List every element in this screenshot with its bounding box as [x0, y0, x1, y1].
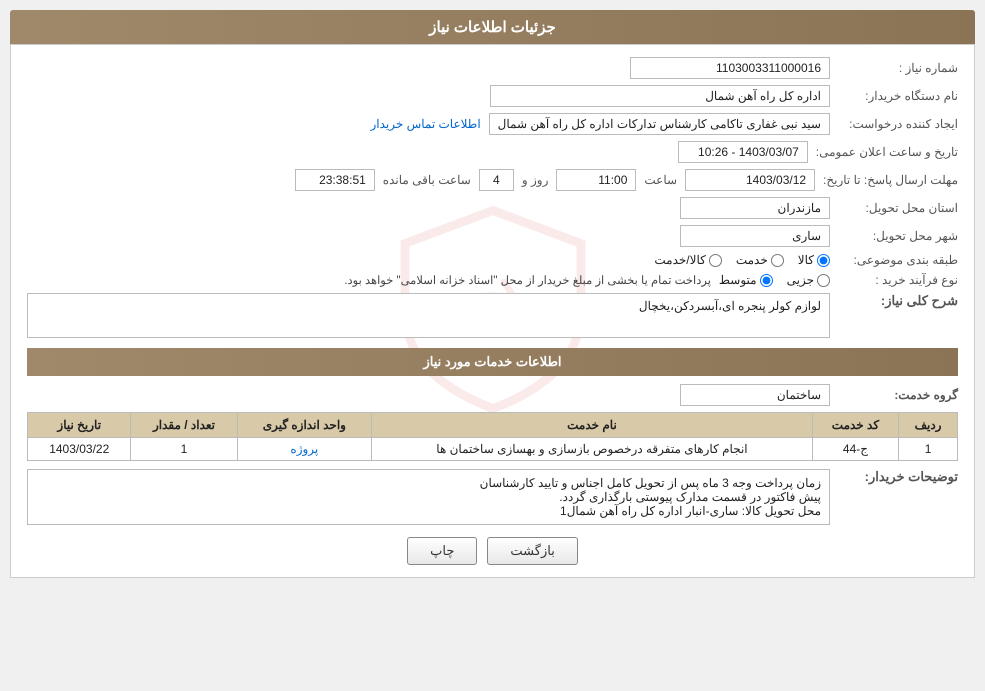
- mohlat-date: 1403/03/12: [685, 169, 815, 191]
- tabaqe-kala-khedmat-label: کالا/خدمت: [654, 253, 705, 267]
- col-name: نام خدمت: [372, 413, 813, 438]
- namedastgah-value: اداره کل راه آهن شمال: [490, 85, 830, 107]
- row-toshihat: توضیحات خریدار: زمان پرداخت وجه 3 ماه پس…: [27, 469, 958, 525]
- row-tabaqe: طبقه بندی موضوعی: کالا خدمت کالا/خدمت: [27, 253, 958, 267]
- farayand-radio-motovaset[interactable]: متوسط: [719, 273, 773, 287]
- col-kod: کد خدمت: [812, 413, 898, 438]
- section2-header: اطلاعات خدمات مورد نیاز: [27, 348, 958, 376]
- farayand-radio-group: جزیی متوسط: [719, 273, 830, 287]
- tabaqe-label: طبقه بندی موضوعی:: [838, 253, 958, 267]
- tabaqe-radio-group: کالا خدمت کالا/خدمت: [654, 253, 830, 267]
- mohlat-mande-label: ساعت باقی مانده: [383, 173, 471, 187]
- table-row: 1 ج-44 انجام کارهای متفرقه درخصوص بازساز…: [28, 438, 958, 461]
- page-header: جزئیات اطلاعات نیاز: [10, 10, 975, 44]
- farayand-motovaset-label: متوسط: [719, 273, 757, 287]
- ostan-label: استان محل تحویل:: [838, 201, 958, 215]
- tabaqe-radio-kala-khedmat[interactable]: کالا/خدمت: [654, 253, 721, 267]
- shomareNiaz-value: 1103003311000016: [630, 57, 830, 79]
- tabaqe-radio-kala[interactable]: کالا: [798, 253, 830, 267]
- col-vahed: واحد اندازه گیری: [237, 413, 372, 438]
- tabaqe-khedmat-label: خدمت: [736, 253, 768, 267]
- cell-tarikh: 1403/03/22: [28, 438, 131, 461]
- button-group: بازگشت چاپ: [27, 537, 958, 565]
- row-farayand: نوع فرآیند خرید : جزیی متوسط پرداخت تمام…: [27, 273, 958, 287]
- row-sharh: شرح کلی نیاز: لوازم کولر پنجره ای،آبسردک…: [27, 293, 958, 338]
- row-ostan: استان محل تحویل: مازندران: [27, 197, 958, 219]
- tabaqe-kala-label: کالا: [798, 253, 814, 267]
- services-table: ردیف کد خدمت نام خدمت واحد اندازه گیری ت…: [27, 412, 958, 461]
- mohlat-saat-value: 11:00: [556, 169, 636, 191]
- mohlat-label: مهلت ارسال پاسخ: تا تاریخ:: [823, 173, 958, 187]
- mohlat-mande-value: 23:38:51: [295, 169, 375, 191]
- creator-link[interactable]: اطلاعات تماس خریدار: [370, 117, 480, 131]
- mohlat-saat-label: ساعت: [644, 173, 677, 187]
- cell-name: انجام کارهای متفرقه درخصوص بازسازی و بهس…: [372, 438, 813, 461]
- shahr-value: ساری: [680, 225, 830, 247]
- group-service-value: ساختمان: [680, 384, 830, 406]
- shomareNiaz-label: شماره نیاز :: [838, 61, 958, 75]
- farayand-label: نوع فرآیند خرید :: [838, 273, 958, 287]
- ostan-value: مازندران: [680, 197, 830, 219]
- toshihat-value: زمان پرداخت وجه 3 ماه پس از تحویل کامل ا…: [27, 469, 830, 525]
- farayand-jozi-label: جزیی: [787, 273, 814, 287]
- mohlat-roz-label: روز و: [522, 173, 549, 187]
- creator-label: ایجاد کننده درخواست:: [838, 117, 958, 131]
- shahr-label: شهر محل تحویل:: [838, 229, 958, 243]
- row-shomareNiaz: شماره نیاز : 1103003311000016: [27, 57, 958, 79]
- row-namedastgah: نام دستگاه خریدار: اداره کل راه آهن شمال: [27, 85, 958, 107]
- date-value: 1403/03/07 - 10:26: [678, 141, 808, 163]
- farayand-radio-jozi[interactable]: جزیی: [787, 273, 830, 287]
- tabaqe-radio-khedmat[interactable]: خدمت: [736, 253, 784, 267]
- cell-radif: 1: [899, 438, 958, 461]
- col-tarikh: تاریخ نیاز: [28, 413, 131, 438]
- group-service-label: گروه خدمت:: [838, 388, 958, 402]
- sharh-label: شرح کلی نیاز:: [838, 293, 958, 309]
- creator-value: سید نبی غفاری تاکامی کارشناس تدارکات ادا…: [489, 113, 830, 135]
- row-creator: ایجاد کننده درخواست: سید نبی غفاری تاکام…: [27, 113, 958, 135]
- row-date: تاریخ و ساعت اعلان عمومی: 1403/03/07 - 1…: [27, 141, 958, 163]
- mohlat-roz-value: 4: [479, 169, 514, 191]
- toshihat-label: توضیحات خریدار:: [838, 469, 958, 485]
- print-button[interactable]: چاپ: [407, 537, 477, 565]
- col-tedad: تعداد / مقدار: [131, 413, 237, 438]
- date-label: تاریخ و ساعت اعلان عمومی:: [816, 145, 958, 159]
- row-group-service: گروه خدمت: ساختمان: [27, 384, 958, 406]
- section2-title: اطلاعات خدمات مورد نیاز: [423, 354, 561, 369]
- cell-vahed: پروژه: [237, 438, 372, 461]
- cell-tedad: 1: [131, 438, 237, 461]
- col-radif: ردیف: [899, 413, 958, 438]
- cell-kod: ج-44: [812, 438, 898, 461]
- back-button[interactable]: بازگشت: [487, 537, 577, 565]
- header-title: جزئیات اطلاعات نیاز: [429, 19, 556, 36]
- namedastgah-label: نام دستگاه خریدار:: [838, 89, 958, 103]
- sharh-value: لوازم کولر پنجره ای،آبسردکن،یخچال: [27, 293, 830, 338]
- farayand-note: پرداخت تمام یا بخشی از مبلغ خریدار از مح…: [27, 273, 711, 287]
- row-shahr: شهر محل تحویل: ساری: [27, 225, 958, 247]
- row-mohlat: مهلت ارسال پاسخ: تا تاریخ: 1403/03/12 سا…: [27, 169, 958, 191]
